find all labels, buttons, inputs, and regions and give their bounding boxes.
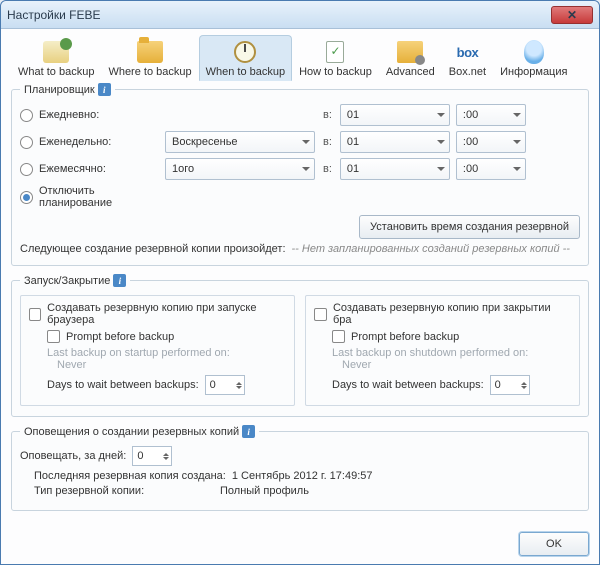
minute-dropdown-monthly[interactable]: :00 (456, 158, 526, 180)
chevron-up-icon (163, 453, 169, 456)
chevron-down-icon (513, 113, 521, 117)
close-icon: ✕ (567, 8, 577, 22)
alerts-legend: Оповещения о создании резервных копийi (20, 425, 259, 438)
box-icon: box (453, 45, 481, 60)
startstop-legend: Запуск/Закрытиеi (20, 274, 130, 287)
backup-type-label: Тип резервной копии: (34, 485, 214, 497)
chevron-down-icon (437, 113, 445, 117)
label-weekly: Еженедельно: (39, 136, 159, 148)
close-button[interactable]: ✕ (551, 6, 593, 24)
chevron-down-icon (302, 140, 310, 144)
content-area: What to backup Where to backup When to b… (1, 29, 599, 564)
shutdown-column: Создавать резервную копию при закрытии б… (305, 295, 580, 406)
folder-icon (137, 41, 163, 63)
chevron-down-icon (521, 386, 527, 389)
chevron-up-icon (236, 382, 242, 385)
ok-button[interactable]: OK (519, 532, 589, 556)
tab-how-to-backup[interactable]: How to backup (292, 35, 379, 81)
last-backup-label: Последняя резервная копия создана: (34, 470, 226, 482)
alerts-group: Оповещения о создании резервных копийi О… (11, 425, 589, 511)
startup-column: Создавать резервную копию при запуске бр… (20, 295, 295, 406)
hour-dropdown-monthly[interactable]: 01 (340, 158, 450, 180)
hour-dropdown-weekly[interactable]: 01 (340, 131, 450, 153)
last-startup-value: Never (57, 359, 286, 371)
disk-icon (43, 41, 69, 63)
scheduler-legend: Планировщикi (20, 83, 115, 96)
chevron-up-icon (521, 382, 527, 385)
settings-window: Настройки FEBE ✕ What to backup Where to… (0, 0, 600, 565)
minute-dropdown-daily[interactable]: :00 (456, 104, 526, 126)
chevron-down-icon (163, 457, 169, 460)
last-startup-label: Last backup on startup performed on: (47, 347, 286, 359)
tab-advanced[interactable]: Advanced (379, 35, 442, 81)
next-backup-label: Следующее создание резервной копии произ… (20, 243, 286, 255)
remind-label: Оповещать, за дней: (20, 450, 126, 462)
checkbox-backup-on-startup[interactable] (29, 308, 41, 321)
tab-when-to-backup[interactable]: When to backup (199, 35, 293, 81)
monthday-dropdown[interactable]: 1ого (165, 158, 315, 180)
label-monthly: Ежемесячно: (39, 163, 159, 175)
label-daily: Ежедневно: (39, 109, 159, 121)
chevron-down-icon (513, 167, 521, 171)
set-backup-time-button[interactable]: Установить время создания резервной (359, 215, 580, 239)
chevron-down-icon (302, 167, 310, 171)
lightbulb-icon (524, 40, 544, 64)
last-shutdown-label: Last backup on shutdown performed on: (332, 347, 571, 359)
checkbox-prompt-startup[interactable] (47, 330, 60, 343)
info-icon[interactable]: i (113, 274, 126, 287)
gear-folder-icon (397, 41, 423, 63)
tab-where-to-backup[interactable]: Where to backup (101, 35, 198, 81)
tab-boxnet[interactable]: boxBox.net (442, 35, 493, 81)
info-icon[interactable]: i (242, 425, 255, 438)
startstop-group: Запуск/Закрытиеi Создавать резервную коп… (11, 274, 589, 417)
last-backup-value: 1 Сентябрь 2012 г. 17:49:57 (232, 470, 373, 482)
radio-daily[interactable] (20, 109, 33, 122)
checklist-icon (326, 41, 344, 63)
label-disable: Отключить планирование (39, 185, 159, 209)
chevron-down-icon (236, 386, 242, 389)
tab-what-to-backup[interactable]: What to backup (11, 35, 101, 81)
tab-bar: What to backup Where to backup When to b… (11, 35, 589, 81)
titlebar[interactable]: Настройки FEBE ✕ (1, 1, 599, 29)
chevron-down-icon (437, 140, 445, 144)
checkbox-prompt-shutdown[interactable] (332, 330, 345, 343)
scheduler-group: Планировщикi Ежедневно: в: 01 :00 Еженед… (11, 83, 589, 266)
radio-monthly[interactable] (20, 163, 33, 176)
next-backup-value: -- Нет запланированных созданий резервны… (292, 243, 570, 255)
tab-info[interactable]: Информация (493, 35, 574, 81)
checkbox-backup-on-shutdown[interactable] (314, 308, 327, 321)
days-wait-shutdown-stepper[interactable]: 0 (490, 375, 530, 395)
remind-days-stepper[interactable]: 0 (132, 446, 172, 466)
info-icon[interactable]: i (98, 83, 111, 96)
radio-disable[interactable] (20, 191, 33, 204)
chevron-down-icon (437, 167, 445, 171)
chevron-down-icon (513, 140, 521, 144)
days-wait-startup-stepper[interactable]: 0 (205, 375, 245, 395)
backup-type-value: Полный профиль (220, 485, 309, 497)
weekday-dropdown[interactable]: Воскресенье (165, 131, 315, 153)
footer: OK (11, 526, 589, 556)
radio-weekly[interactable] (20, 136, 33, 149)
minute-dropdown-weekly[interactable]: :00 (456, 131, 526, 153)
window-title: Настройки FEBE (7, 8, 101, 22)
last-shutdown-value: Never (342, 359, 571, 371)
clock-icon (234, 41, 256, 63)
hour-dropdown-daily[interactable]: 01 (340, 104, 450, 126)
